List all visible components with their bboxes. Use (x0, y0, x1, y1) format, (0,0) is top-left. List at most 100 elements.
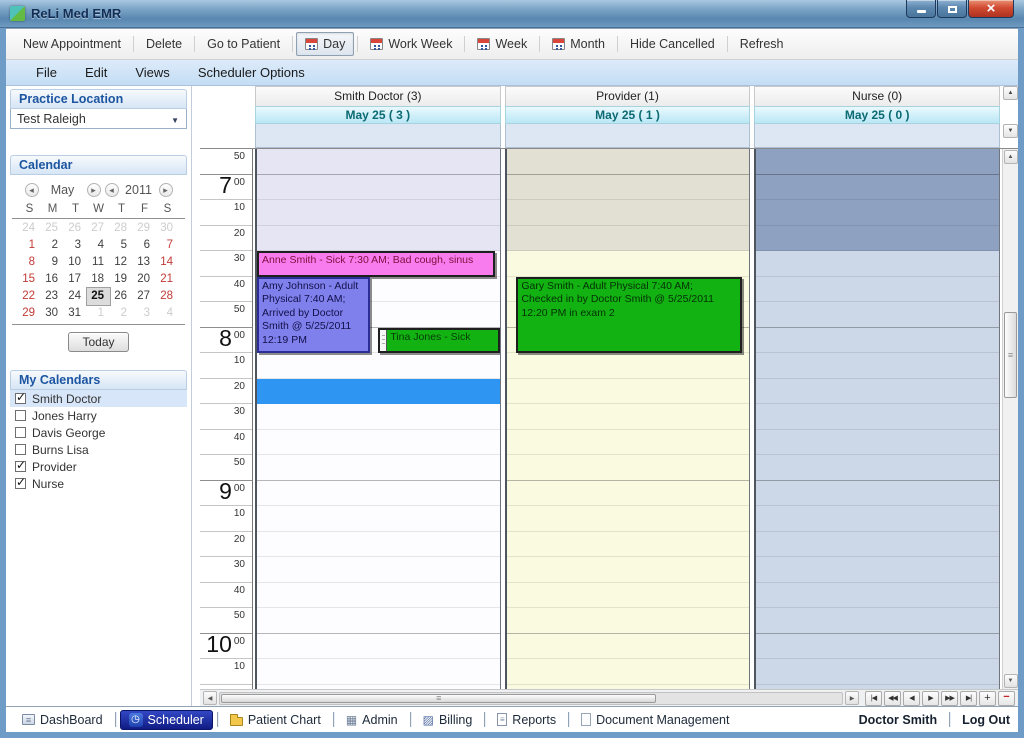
calendar-day-cell[interactable]: 30 (156, 220, 179, 237)
toolbar-button-week[interactable]: Week (468, 32, 536, 56)
calendar-day-cell[interactable]: 10 (64, 254, 87, 271)
taskbar-item-patient-chart[interactable]: Patient Chart (222, 711, 329, 729)
calendar-day-cell[interactable]: 30 (41, 305, 64, 322)
calendar-day-cell[interactable]: 9 (41, 254, 64, 271)
appointment[interactable]: Tina Jones - Sick (378, 328, 499, 354)
calendar-day-cell[interactable]: 22 (18, 288, 41, 305)
appointment[interactable]: Anne Smith - Sick 7:30 AM; Bad cough, si… (257, 251, 495, 277)
time-slot[interactable] (756, 583, 999, 609)
time-slot[interactable] (257, 583, 500, 609)
time-slot[interactable] (507, 557, 750, 583)
calendar-list-item-provider[interactable]: Provider (10, 458, 187, 475)
time-slot[interactable] (756, 200, 999, 226)
time-slot[interactable] (756, 379, 999, 405)
calendar-day-cell[interactable]: 31 (64, 305, 87, 322)
time-slot[interactable] (756, 659, 999, 685)
calendar-day-cell[interactable]: 17 (64, 271, 87, 288)
toolbar-button-new-appointment[interactable]: New Appointment (14, 32, 130, 56)
horizontal-scroll-thumb[interactable] (221, 694, 656, 703)
calendar-day-cell[interactable]: 11 (87, 254, 110, 271)
time-slot[interactable] (507, 532, 750, 558)
close-button[interactable] (968, 0, 1014, 18)
time-slot[interactable] (257, 200, 500, 226)
time-slot[interactable] (257, 557, 500, 583)
calendar-day-cell[interactable]: 26 (110, 288, 133, 305)
calendar-day-cell[interactable]: 19 (110, 271, 133, 288)
calendar-day-cell[interactable]: 4 (156, 305, 179, 322)
toolbar-button-work-week[interactable]: Work Week (361, 32, 461, 56)
navigator-button[interactable]: ◀◀ (884, 691, 901, 706)
navigator-button[interactable]: |◀ (865, 691, 882, 706)
calendar-day-cell[interactable]: 5 (110, 237, 133, 254)
time-slot[interactable] (756, 302, 999, 328)
navigator-button[interactable]: + (979, 691, 996, 706)
grid-column-2[interactable] (754, 149, 1000, 689)
prev-year-button[interactable] (105, 183, 119, 197)
time-slot[interactable] (257, 455, 500, 481)
allday-scroll-up-button[interactable] (1003, 86, 1018, 100)
calendar-list-item-davis-george[interactable]: Davis George (10, 424, 187, 441)
today-button[interactable]: Today (68, 332, 128, 352)
calendar-day-cell[interactable]: 20 (133, 271, 156, 288)
logout-button[interactable]: Log Out (962, 713, 1010, 727)
menu-scheduler-options[interactable]: Scheduler Options (186, 62, 317, 83)
menu-views[interactable]: Views (123, 62, 181, 83)
calendar-day-cell[interactable]: 3 (133, 305, 156, 322)
navigator-button[interactable]: ▶ (922, 691, 939, 706)
navigator-button[interactable]: − (998, 691, 1015, 706)
calendar-day-cell[interactable]: 27 (87, 220, 110, 237)
navigator-button[interactable]: ▶▶ (941, 691, 958, 706)
time-slot[interactable] (507, 634, 750, 660)
time-slot[interactable] (507, 353, 750, 379)
calendar-day-cell[interactable]: 28 (156, 288, 179, 305)
calendar-day-cell[interactable]: 16 (41, 271, 64, 288)
time-slot[interactable] (507, 404, 750, 430)
time-slot[interactable] (756, 175, 999, 201)
calendar-day-cell[interactable]: 7 (156, 237, 179, 254)
time-slot[interactable] (257, 175, 500, 201)
navigator-button[interactable]: ◀ (903, 691, 920, 706)
checkbox-icon[interactable] (15, 427, 26, 438)
appointment-drag-handle[interactable] (380, 330, 387, 352)
checkbox-icon[interactable] (15, 461, 26, 472)
time-slot[interactable] (756, 404, 999, 430)
toolbar-button-day[interactable]: Day (296, 32, 354, 56)
calendar-day-cell[interactable]: 2 (110, 305, 133, 322)
time-slot[interactable] (507, 659, 750, 685)
calendar-day-cell[interactable]: 14 (156, 254, 179, 271)
calendar-day-cell[interactable]: 24 (64, 288, 87, 305)
toolbar-button-refresh[interactable]: Refresh (731, 32, 793, 56)
time-slot[interactable] (257, 149, 500, 175)
calendar-day-cell[interactable]: 13 (133, 254, 156, 271)
next-month-button[interactable] (87, 183, 101, 197)
taskbar-item-reports[interactable]: Reports (489, 711, 564, 729)
time-slot[interactable] (257, 430, 500, 456)
time-slot[interactable] (756, 430, 999, 456)
toolbar-button-month[interactable]: Month (543, 32, 614, 56)
horizontal-scrollbar[interactable]: |◀◀◀◀▶▶▶▶|+− (200, 689, 1018, 706)
practice-location-select[interactable]: Test Raleigh (10, 109, 187, 129)
time-slot[interactable] (257, 481, 500, 507)
calendar-day-cell[interactable]: 26 (64, 220, 87, 237)
time-slot[interactable] (756, 328, 999, 354)
time-slot[interactable] (756, 455, 999, 481)
next-year-button[interactable] (159, 183, 173, 197)
calendar-list-item-smith-doctor[interactable]: Smith Doctor (10, 390, 187, 407)
time-slot[interactable] (507, 379, 750, 405)
time-slot[interactable] (257, 506, 500, 532)
maximize-button[interactable] (937, 0, 967, 18)
time-slot[interactable] (756, 251, 999, 277)
time-slot[interactable] (756, 634, 999, 660)
grid-column-0[interactable]: Anne Smith - Sick 7:30 AM; Bad cough, si… (255, 149, 501, 689)
vertical-scrollbar[interactable] (1002, 149, 1018, 689)
calendar-day-cell[interactable]: 1 (87, 305, 110, 322)
date-header-0[interactable]: May 25 ( 3 ) (255, 106, 501, 124)
calendar-day-cell[interactable]: 4 (87, 237, 110, 254)
scroll-left-button[interactable] (203, 691, 217, 705)
calendar-day-cell[interactable]: 15 (18, 271, 41, 288)
horizontal-scroll-track[interactable] (219, 692, 843, 705)
calendar-day-cell[interactable]: 8 (18, 254, 41, 271)
time-slot[interactable] (257, 404, 500, 430)
taskbar-item-scheduler[interactable]: Scheduler (120, 710, 213, 730)
appointment[interactable]: Amy Johnson - Adult Physical 7:40 AM; Ar… (257, 277, 370, 354)
